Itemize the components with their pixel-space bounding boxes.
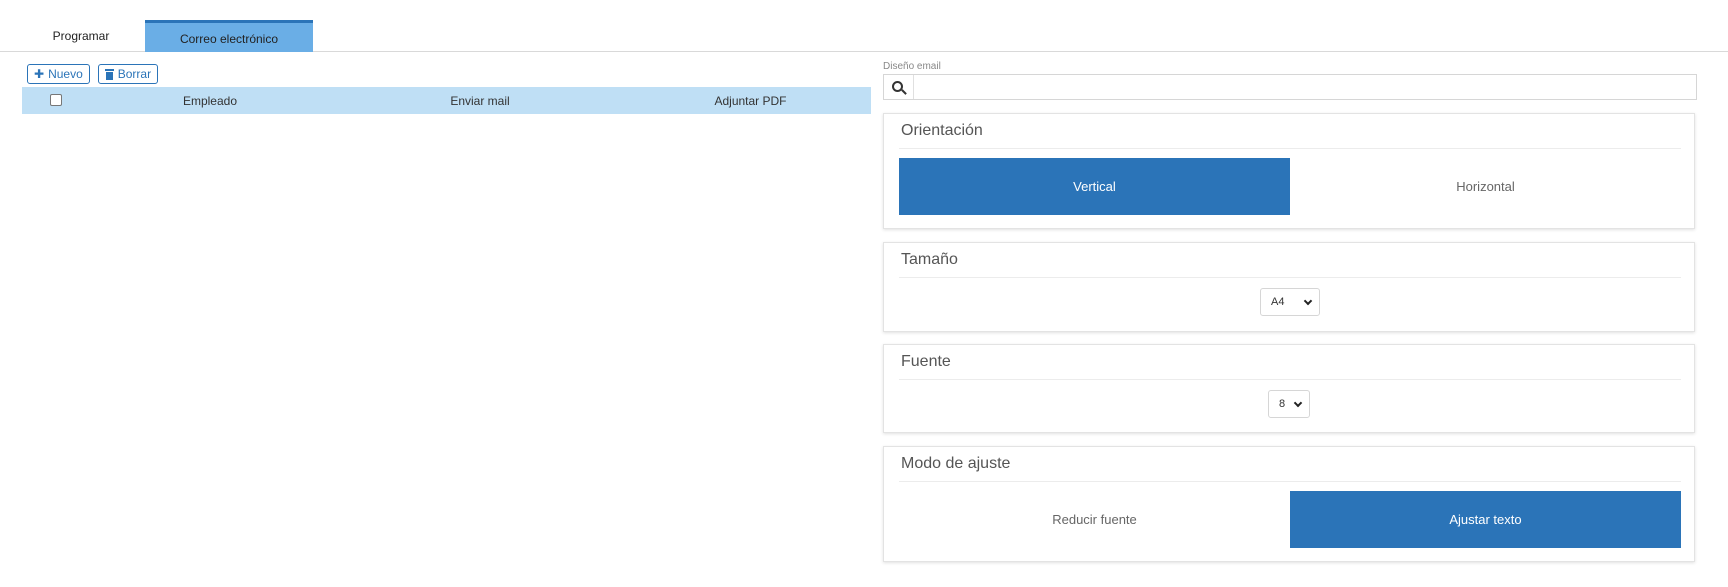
- new-button-label: Nuevo: [48, 67, 83, 81]
- fit-mode-panel: Modo de ajuste Reducir fuente Ajustar te…: [883, 446, 1695, 562]
- chevron-down-icon: [1293, 398, 1303, 408]
- employee-grid-header: Empleado Enviar mail Adjuntar PDF: [22, 87, 871, 114]
- fit-mode-title: Modo de ajuste: [899, 447, 1681, 482]
- delete-button[interactable]: Borrar: [97, 64, 159, 84]
- design-email-input[interactable]: [915, 75, 1695, 99]
- column-header-empleado[interactable]: Empleado: [90, 87, 330, 114]
- orientation-horizontal-button[interactable]: Horizontal: [1290, 158, 1681, 215]
- size-select[interactable]: A4: [1260, 288, 1320, 316]
- size-title: Tamaño: [899, 243, 1681, 278]
- delete-button-label: Borrar: [117, 67, 152, 81]
- orientation-title: Orientación: [899, 114, 1681, 149]
- font-size-select-value: 8: [1279, 398, 1286, 410]
- search-button[interactable]: [884, 75, 914, 99]
- new-button[interactable]: ✚ Nuevo: [27, 64, 90, 84]
- tab-label: Programar: [52, 29, 110, 43]
- fit-mode-reduce-font-button[interactable]: Reducir fuente: [899, 491, 1290, 548]
- fit-mode-wrap-text-button[interactable]: Ajustar texto: [1290, 491, 1681, 548]
- tab-label: Correo electrónico: [179, 31, 279, 46]
- column-header-adjuntar-pdf[interactable]: Adjuntar PDF: [630, 87, 871, 114]
- tab-programar[interactable]: Programar: [22, 20, 140, 52]
- orientation-vertical-button[interactable]: Vertical: [899, 158, 1290, 215]
- orientation-toggle: Vertical Horizontal: [899, 158, 1681, 215]
- font-size-select[interactable]: 8: [1268, 390, 1310, 418]
- grid-toolbar: ✚ Nuevo Borrar: [27, 64, 159, 84]
- design-email-lookup: [883, 74, 1697, 100]
- tab-bar: Programar Correo electrónico: [0, 0, 1728, 52]
- select-all-checkbox[interactable]: [50, 93, 62, 106]
- size-panel: Tamaño A4: [883, 242, 1695, 332]
- chevron-down-icon: [1303, 296, 1313, 306]
- design-email-label: Diseño email: [883, 61, 941, 72]
- trash-icon: [104, 68, 114, 80]
- tab-correo-electronico[interactable]: Correo electrónico: [145, 20, 313, 52]
- column-header-enviar-mail[interactable]: Enviar mail: [330, 87, 630, 114]
- fit-mode-toggle: Reducir fuente Ajustar texto: [899, 491, 1681, 548]
- select-all-cell: [22, 87, 90, 114]
- font-panel: Fuente 8: [883, 344, 1695, 433]
- plus-icon: ✚: [34, 67, 45, 81]
- orientation-panel: Orientación Vertical Horizontal: [883, 113, 1695, 229]
- size-select-value: A4: [1271, 296, 1285, 308]
- font-title: Fuente: [899, 345, 1681, 380]
- search-icon: [892, 80, 903, 92]
